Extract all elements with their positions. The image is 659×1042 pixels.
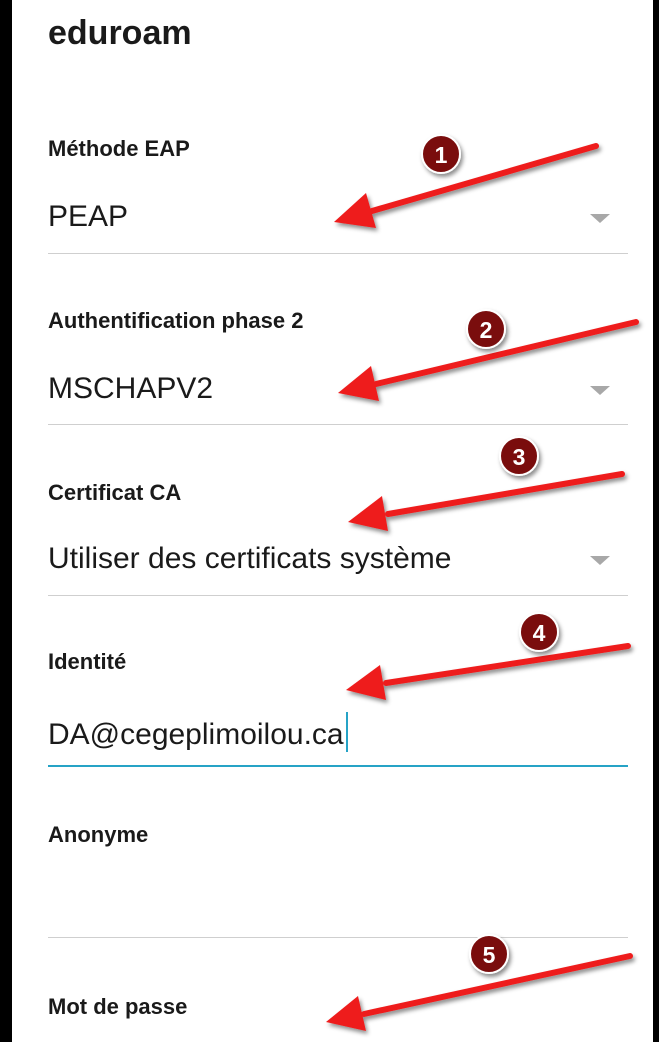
phase2-label: Authentification phase 2 <box>48 308 304 333</box>
ca-cert-label: Certificat CA <box>48 480 182 505</box>
chevron-down-icon <box>590 214 610 223</box>
eap-method-divider <box>48 253 628 254</box>
network-title: eduroam <box>48 14 192 52</box>
wifi-config-screen: eduroam Méthode EAP PEAP Authentificatio… <box>12 0 653 1042</box>
identity-label: Identité <box>48 649 127 674</box>
phase2-spinner[interactable]: MSCHAPV2 <box>12 362 653 426</box>
text-cursor <box>345 712 348 752</box>
chevron-down-icon <box>590 386 610 395</box>
anonymous-input[interactable] <box>48 874 628 934</box>
ca-cert-divider <box>48 595 628 596</box>
ca-cert-spinner[interactable]: Utiliser des certificats système <box>12 532 653 596</box>
identity-text: DA@cegeplimoilou.ca <box>48 718 344 751</box>
eap-method-spinner[interactable]: PEAP <box>12 190 653 254</box>
identity-underline <box>48 765 628 767</box>
ca-cert-value: Utiliser des certificats système <box>48 542 452 575</box>
password-label: Mot de passe <box>48 994 188 1019</box>
identity-value: DA@cegeplimoilou.ca <box>48 712 348 752</box>
chevron-down-icon <box>590 556 610 565</box>
phase2-divider <box>48 424 628 425</box>
anonymous-label: Anonyme <box>48 822 149 847</box>
anonymous-divider <box>48 937 628 938</box>
phase2-value: MSCHAPV2 <box>48 372 214 405</box>
identity-input[interactable]: DA@cegeplimoilou.ca <box>48 702 628 762</box>
eap-method-label: Méthode EAP <box>48 136 190 161</box>
eap-method-value: PEAP <box>48 200 129 233</box>
